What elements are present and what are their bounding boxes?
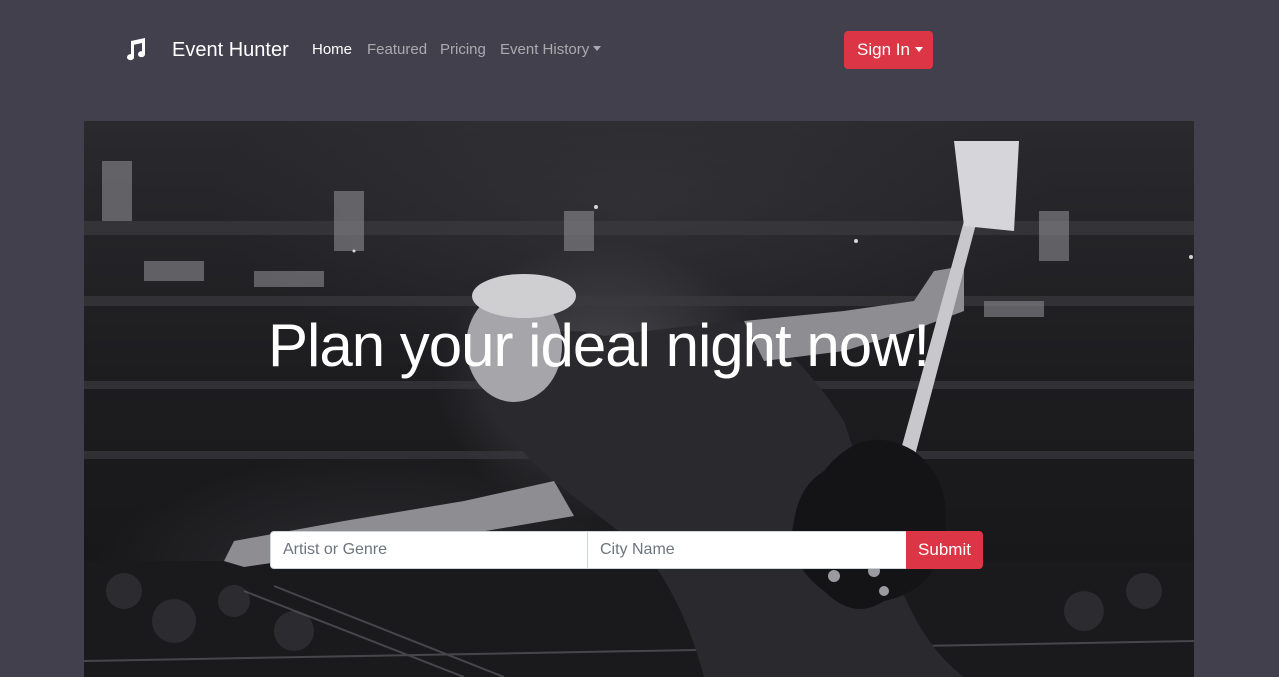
- brand-name[interactable]: Event Hunter: [172, 38, 289, 62]
- submit-button[interactable]: Submit: [906, 531, 983, 569]
- hero-background-image: [84, 141, 1194, 677]
- nav-event-history-label: Event History: [500, 41, 590, 58]
- nav-home[interactable]: Home: [312, 41, 352, 59]
- hero-title: Plan your ideal night now!: [268, 312, 930, 379]
- city-name-input[interactable]: [587, 531, 907, 569]
- sign-in-button[interactable]: Sign In: [844, 31, 933, 69]
- nav-event-history[interactable]: Event History: [500, 41, 602, 59]
- artist-genre-input[interactable]: [270, 531, 588, 569]
- chevron-down-icon: [593, 46, 602, 51]
- event-search-form: Submit: [270, 531, 983, 569]
- navbar: Event Hunter Home Featured Pricing Event…: [0, 0, 1279, 100]
- nav-featured[interactable]: Featured: [367, 41, 427, 59]
- hero-banner: Plan your ideal night now! Submit: [84, 121, 1194, 677]
- music-note-icon[interactable]: [124, 37, 146, 61]
- sign-in-label: Sign In: [857, 40, 910, 59]
- nav-pricing[interactable]: Pricing: [440, 41, 486, 59]
- chevron-down-icon: [914, 47, 923, 52]
